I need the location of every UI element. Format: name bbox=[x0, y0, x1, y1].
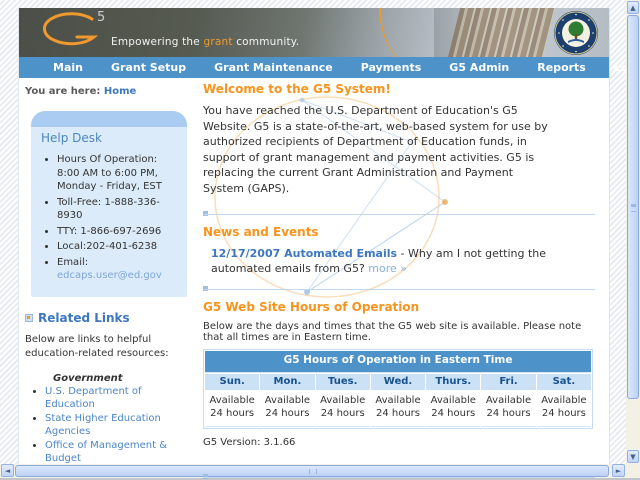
help-desk-tty: TTY: 1-866-697-2696 bbox=[57, 225, 179, 239]
help-desk-tollfree: Toll-Free: 1-888-336-8930 bbox=[57, 196, 179, 223]
content-columns: You are here: Home Help Desk Hours Of Op… bbox=[19, 78, 609, 480]
breadcrumb-label: You are here: bbox=[25, 86, 101, 97]
link-state-higher-ed[interactable]: State Higher Education Agencies bbox=[45, 413, 161, 437]
news-item-link[interactable]: 12/17/2007 Automated Emails bbox=[211, 247, 397, 260]
hours-title: G5 Web Site Hours of Operation bbox=[203, 300, 420, 315]
page-container: 5 Empowering the grant community. Main G… bbox=[18, 8, 640, 480]
vertical-scrollbar-thumb[interactable] bbox=[627, 15, 639, 399]
help-desk-body: Help Desk Hours Of Operation: 8:00 AM to… bbox=[31, 127, 187, 297]
availability-cell: Available 24 hours bbox=[205, 391, 260, 428]
day-header-thurs: Thurs. bbox=[426, 374, 481, 391]
main-content: Welcome to the G5 System! You have reach… bbox=[199, 78, 603, 480]
hours-table: G5 Hours of Operation in Eastern Time Su… bbox=[203, 349, 594, 430]
help-desk-list: Hours Of Operation: 8:00 AM to 6:00 PM, … bbox=[57, 153, 179, 283]
grid-bullet-icon bbox=[25, 313, 33, 322]
link-omb[interactable]: Office of Management & Budget bbox=[45, 440, 167, 464]
availability-cell: Available 24 hours bbox=[481, 391, 536, 428]
help-desk-email-label: Email: bbox=[57, 256, 89, 268]
availability-cell: Available 24 hours bbox=[370, 391, 426, 428]
tagline-highlight: grant bbox=[203, 36, 233, 48]
g5-logo: 5 bbox=[37, 10, 107, 57]
day-header-tues: Tues. bbox=[315, 374, 370, 391]
scrollbar-corner bbox=[626, 464, 640, 478]
nav-item-payments[interactable]: Payments bbox=[347, 61, 436, 74]
related-links-title: Related Links bbox=[38, 310, 130, 325]
scroll-left-icon[interactable]: ◄ bbox=[1, 464, 14, 477]
table-row: Sun. Mon. Tues. Wed. Thurs. Fri. Sat. bbox=[205, 374, 592, 391]
section-divider bbox=[203, 286, 597, 292]
scroll-up-icon[interactable]: ▲ bbox=[627, 1, 639, 14]
vertical-scrollbar[interactable]: ▲ ▼ bbox=[626, 0, 640, 464]
tagline-suffix: community. bbox=[232, 36, 300, 48]
table-row: Available 24 hours Available 24 hours Av… bbox=[205, 391, 592, 428]
nav-item-g5-admin[interactable]: G5 Admin bbox=[435, 61, 523, 74]
help-desk-email-link[interactable]: edcaps.user@ed.gov bbox=[57, 270, 162, 281]
availability-cell: Available 24 hours bbox=[260, 391, 315, 428]
breadcrumb-home-link[interactable]: Home bbox=[104, 86, 136, 97]
availability-cell: Available 24 hours bbox=[426, 391, 481, 428]
scroll-right-icon[interactable]: ► bbox=[612, 464, 625, 477]
nav-item-grant-maintenance[interactable]: Grant Maintenance bbox=[200, 61, 347, 74]
hours-table-caption: G5 Hours of Operation in Eastern Time bbox=[205, 351, 592, 374]
section-divider bbox=[203, 210, 597, 217]
news-item: 12/17/2007 Automated Emails - Why am I n… bbox=[203, 246, 597, 277]
help-desk-panel: Help Desk Hours Of Operation: 8:00 AM to… bbox=[31, 111, 187, 297]
news-title: News and Events bbox=[203, 224, 319, 239]
g5-version-label: G5 Version: 3.1.66 bbox=[203, 437, 296, 449]
related-links-header: Related Links bbox=[25, 311, 193, 325]
banner-tagline: Empowering the grant community. bbox=[111, 36, 299, 48]
day-header-mon: Mon. bbox=[260, 374, 315, 391]
list-item: U.S. Department of Education bbox=[45, 385, 193, 411]
news-more-link[interactable]: more » bbox=[368, 262, 407, 275]
nav-item-reports[interactable]: Reports bbox=[523, 61, 600, 74]
section-divider bbox=[203, 474, 597, 480]
welcome-title: Welcome to the G5 System! bbox=[203, 82, 391, 96]
hours-intro: Below are the days and times that the G5… bbox=[203, 321, 582, 344]
day-header-fri: Fri. bbox=[481, 374, 536, 391]
nav-item-grant-setup[interactable]: Grant Setup bbox=[97, 61, 200, 74]
day-header-sun: Sun. bbox=[205, 374, 260, 391]
help-desk-title: Help Desk bbox=[41, 131, 102, 145]
related-links-group-government: Government U.S. Department of Education … bbox=[23, 373, 193, 465]
main-nav: Main Grant Setup Grant Maintenance Payme… bbox=[19, 57, 640, 78]
breadcrumb: You are here: Home bbox=[23, 84, 193, 105]
group-heading: Government bbox=[53, 372, 123, 384]
link-us-dept-education[interactable]: U.S. Department of Education bbox=[45, 386, 142, 410]
welcome-text: You have reached the U.S. Department of … bbox=[203, 104, 548, 196]
list-item: Office of Management & Budget bbox=[45, 439, 193, 465]
availability-cell: Available 24 hours bbox=[536, 391, 592, 428]
list-item: State Higher Education Agencies bbox=[45, 412, 193, 438]
g5-logo-five: 5 bbox=[97, 10, 106, 25]
nav-item-main[interactable]: Main bbox=[39, 61, 97, 74]
tagline-prefix: Empowering the bbox=[111, 36, 204, 48]
department-of-education-seal-icon bbox=[554, 11, 598, 55]
day-header-wed: Wed. bbox=[370, 374, 426, 391]
availability-cell: Available 24 hours bbox=[315, 391, 370, 428]
day-header-sat: Sat. bbox=[536, 374, 592, 391]
related-links-intro: Below are links to helpful education-rel… bbox=[25, 333, 169, 359]
help-desk-hours: Hours Of Operation: 8:00 AM to 6:00 PM, … bbox=[57, 153, 179, 194]
banner-orange-curve bbox=[361, 8, 471, 57]
scroll-down-icon[interactable]: ▼ bbox=[627, 450, 639, 463]
help-desk-panel-cap bbox=[31, 111, 187, 127]
sidebar: You are here: Home Help Desk Hours Of Op… bbox=[19, 78, 199, 480]
site-banner: 5 Empowering the grant community. bbox=[19, 8, 609, 57]
help-desk-email: Email: edcaps.user@ed.gov bbox=[57, 256, 179, 283]
help-desk-local: Local:202-401-6238 bbox=[57, 240, 179, 254]
